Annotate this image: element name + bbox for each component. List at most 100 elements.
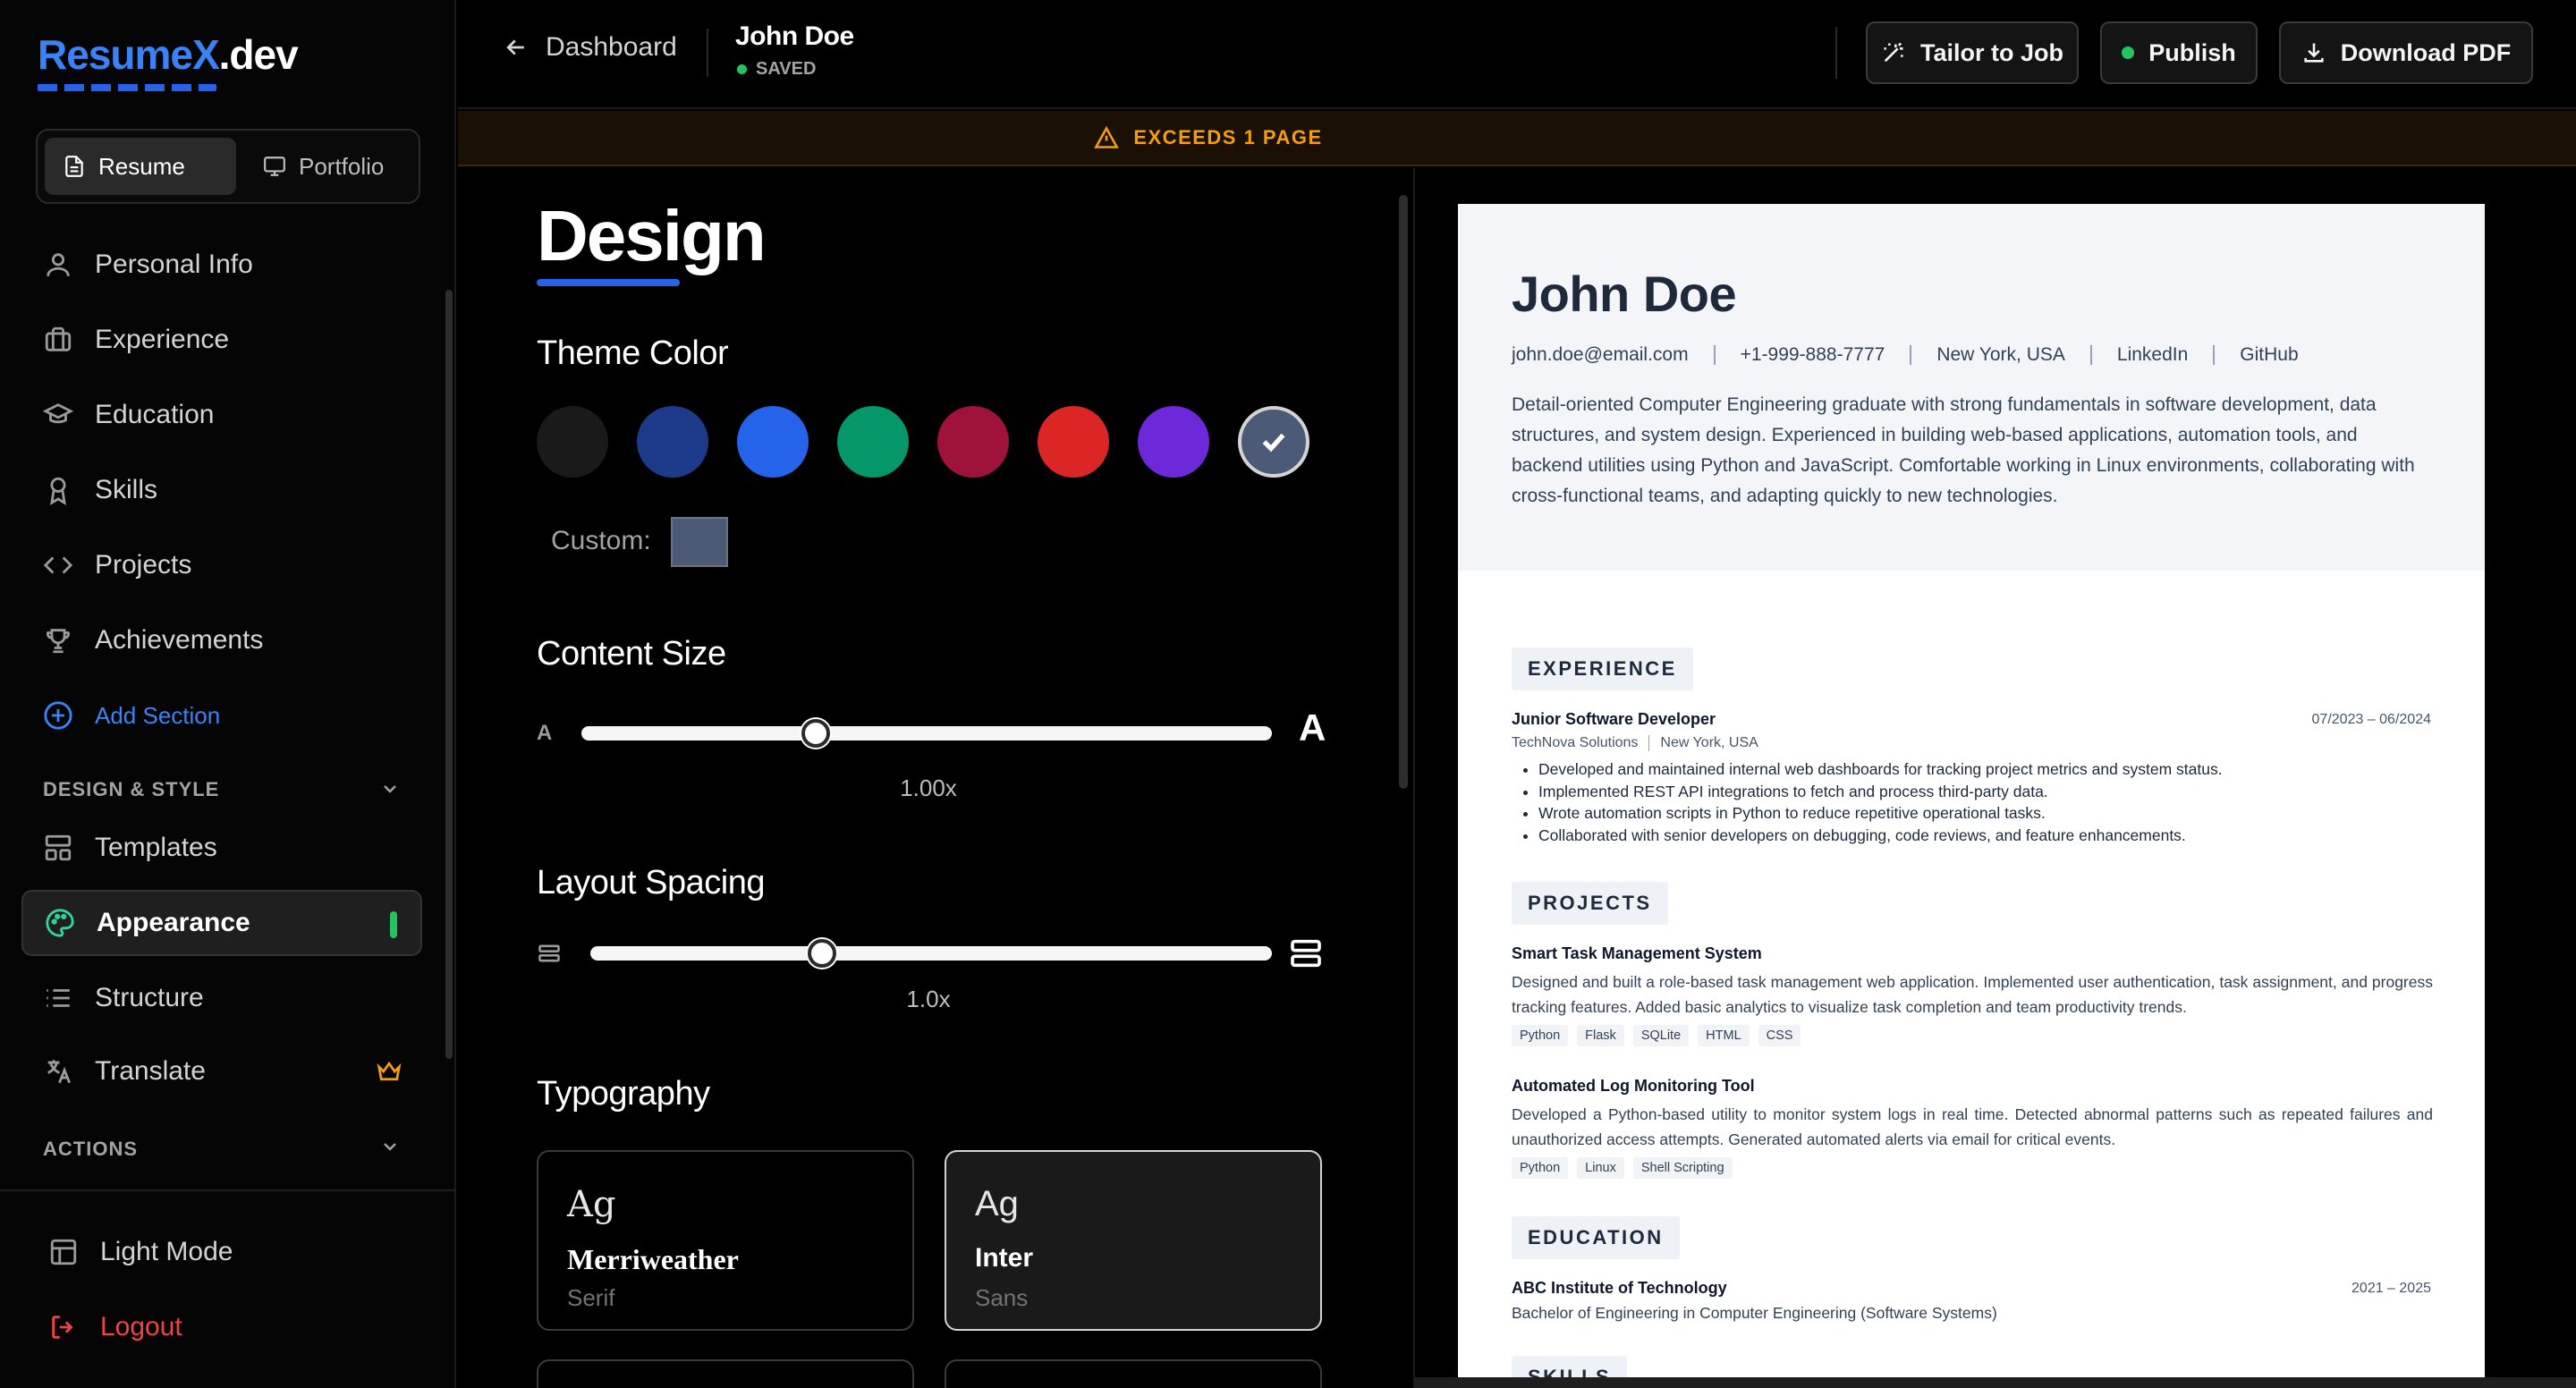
sidebar-item-achievements[interactable]: Achievements xyxy=(43,614,263,667)
color-swatch[interactable] xyxy=(1238,406,1309,478)
font-name: Merriweather xyxy=(567,1243,739,1275)
sidebar-item-label: Experience xyxy=(95,325,230,354)
sidebar-item-label: Appearance xyxy=(97,908,250,937)
download-pdf-button[interactable]: Download PDF xyxy=(2279,21,2533,84)
layout-spacing-slider-thumb[interactable] xyxy=(808,939,837,968)
warning-triangle-icon xyxy=(1094,125,1120,148)
experience-meta: TechNova Solutions New York, USA xyxy=(1512,735,1758,751)
resume-page[interactable]: John Doe john.doe@email.com +1-999-888-7… xyxy=(1458,204,2485,1388)
resume-mode-button[interactable]: Resume xyxy=(45,138,236,195)
sidebar-item-education[interactable]: Education xyxy=(43,388,214,442)
chevron-down-icon[interactable] xyxy=(379,778,401,800)
color-swatch[interactable] xyxy=(1038,406,1109,478)
back-to-dashboard-link[interactable]: Dashboard xyxy=(503,32,677,63)
font-option-inter[interactable]: Ag Inter Sans xyxy=(945,1150,1322,1331)
sidebar-item-label: Education xyxy=(95,400,215,429)
design-panel-scrollbar[interactable] xyxy=(1399,195,1408,789)
sidebar-item-label: Translate xyxy=(95,1056,206,1086)
theme-color-heading: Theme Color xyxy=(537,334,729,372)
light-mode-label: Light Mode xyxy=(100,1237,233,1266)
section-heading-experience: EXPERIENCE xyxy=(1512,647,1693,690)
content-size-slider-thumb[interactable] xyxy=(801,719,831,748)
content-size-slider-track[interactable] xyxy=(581,726,1272,741)
preview-horizontal-scrollbar[interactable] xyxy=(1415,1377,2576,1388)
logout-button[interactable]: Logout xyxy=(48,1300,182,1354)
sidebar-item-personal-info[interactable]: Personal Info xyxy=(43,238,253,292)
color-swatch[interactable] xyxy=(637,406,708,478)
sidebar-item-projects[interactable]: Projects xyxy=(43,538,191,592)
brand-logo[interactable]: ResumeX.dev xyxy=(38,30,299,79)
project-tags: Python Flask SQLite HTML CSS xyxy=(1512,1025,1801,1046)
tailor-to-job-button[interactable]: Tailor to Job xyxy=(1866,21,2079,84)
sidebar-item-structure[interactable]: Structure xyxy=(43,971,204,1025)
sidebar-item-label: Achievements xyxy=(95,625,264,655)
publish-button[interactable]: Publish xyxy=(2100,21,2258,84)
font-sample: Ag xyxy=(567,1184,616,1225)
layout-spacing-slider-track[interactable] xyxy=(590,946,1272,961)
top-header: Dashboard John Doe SAVED Tailor to Job P… xyxy=(458,0,2576,109)
sidebar-item-experience[interactable]: Experience xyxy=(43,313,229,367)
design-style-section-label[interactable]: DESIGN & STYLE xyxy=(43,778,219,801)
font-option-partial[interactable] xyxy=(537,1359,914,1388)
font-kind: Sans xyxy=(975,1284,1029,1311)
portfolio-mode-button[interactable]: Portfolio xyxy=(245,138,415,195)
resume-header-band xyxy=(1458,204,2485,571)
color-swatch[interactable] xyxy=(837,406,909,478)
resume-summary: Detail-oriented Computer Engineering gra… xyxy=(1512,394,2415,506)
logout-label: Logout xyxy=(100,1312,182,1341)
list-item: Developed and maintained internal web da… xyxy=(1538,758,2433,781)
tag: HTML xyxy=(1698,1025,1750,1046)
add-section-button[interactable]: Add Section xyxy=(43,689,220,742)
sidebar-scrollbar[interactable] xyxy=(445,290,453,1059)
compact-spacing-icon xyxy=(538,944,560,962)
contact-linkedin[interactable]: LinkedIn xyxy=(2089,345,2213,365)
font-option-partial[interactable] xyxy=(945,1359,1322,1388)
experience-bullets: Developed and maintained internal web da… xyxy=(1538,758,2433,846)
custom-color-picker[interactable] xyxy=(671,517,728,567)
experience-dates: 07/2023 – 06/2024 xyxy=(2311,712,2431,727)
header-divider xyxy=(707,29,708,77)
content-size-small-label: A xyxy=(537,721,553,745)
chevron-down-icon[interactable] xyxy=(379,1136,401,1157)
font-sample: Ag xyxy=(975,1184,1019,1223)
save-status-label: SAVED xyxy=(756,59,817,79)
content-size-value: 1.00x xyxy=(900,774,957,801)
actions-section-label[interactable]: ACTIONS xyxy=(43,1138,138,1161)
sidebar-item-translate[interactable]: Translate xyxy=(43,1045,206,1098)
document-title[interactable]: John Doe xyxy=(735,21,854,52)
header-divider xyxy=(1835,27,1837,79)
education-school: ABC Institute of Technology xyxy=(1512,1279,1727,1297)
wide-spacing-icon xyxy=(1291,939,1321,968)
color-swatch[interactable] xyxy=(737,406,809,478)
sidebar-item-appearance[interactable]: Appearance xyxy=(21,890,422,956)
logo-underline xyxy=(38,84,216,91)
check-icon xyxy=(1262,433,1285,453)
experience-role: Junior Software Developer xyxy=(1512,710,1716,728)
warning-text: EXCEEDS 1 PAGE xyxy=(1133,126,1323,148)
layout-spacing-heading: Layout Spacing xyxy=(537,864,765,901)
font-option-merriweather[interactable]: Ag Merriweather Serif xyxy=(537,1150,914,1331)
palette-icon xyxy=(46,909,74,937)
contact-github[interactable]: GitHub xyxy=(2213,345,2323,365)
contact-email[interactable]: john.doe@email.com xyxy=(1512,345,1714,365)
tag: SQLite xyxy=(1632,1025,1690,1046)
sidebar-item-templates[interactable]: Templates xyxy=(43,821,217,875)
color-swatch[interactable] xyxy=(1138,406,1209,478)
color-swatch[interactable] xyxy=(937,406,1009,478)
page-title: Design xyxy=(537,196,767,275)
sidebar-item-skills[interactable]: Skills xyxy=(43,463,157,517)
publish-status-dot xyxy=(2122,47,2135,59)
graduation-cap-icon xyxy=(43,403,73,424)
color-swatch[interactable] xyxy=(537,406,608,478)
trophy-icon xyxy=(47,629,70,654)
tag: Python xyxy=(1512,1025,1569,1046)
light-mode-button[interactable]: Light Mode xyxy=(48,1225,233,1279)
list-item: Collaborated with senior developers on d… xyxy=(1538,825,2433,847)
title-underline xyxy=(537,279,680,286)
download-icon xyxy=(2304,43,2324,63)
tag: Python xyxy=(1512,1157,1569,1179)
active-indicator xyxy=(390,911,397,938)
content-size-large-label: A xyxy=(1299,707,1326,749)
font-kind: Serif xyxy=(567,1284,615,1311)
mode-toggle: Resume Portfolio xyxy=(36,129,420,204)
